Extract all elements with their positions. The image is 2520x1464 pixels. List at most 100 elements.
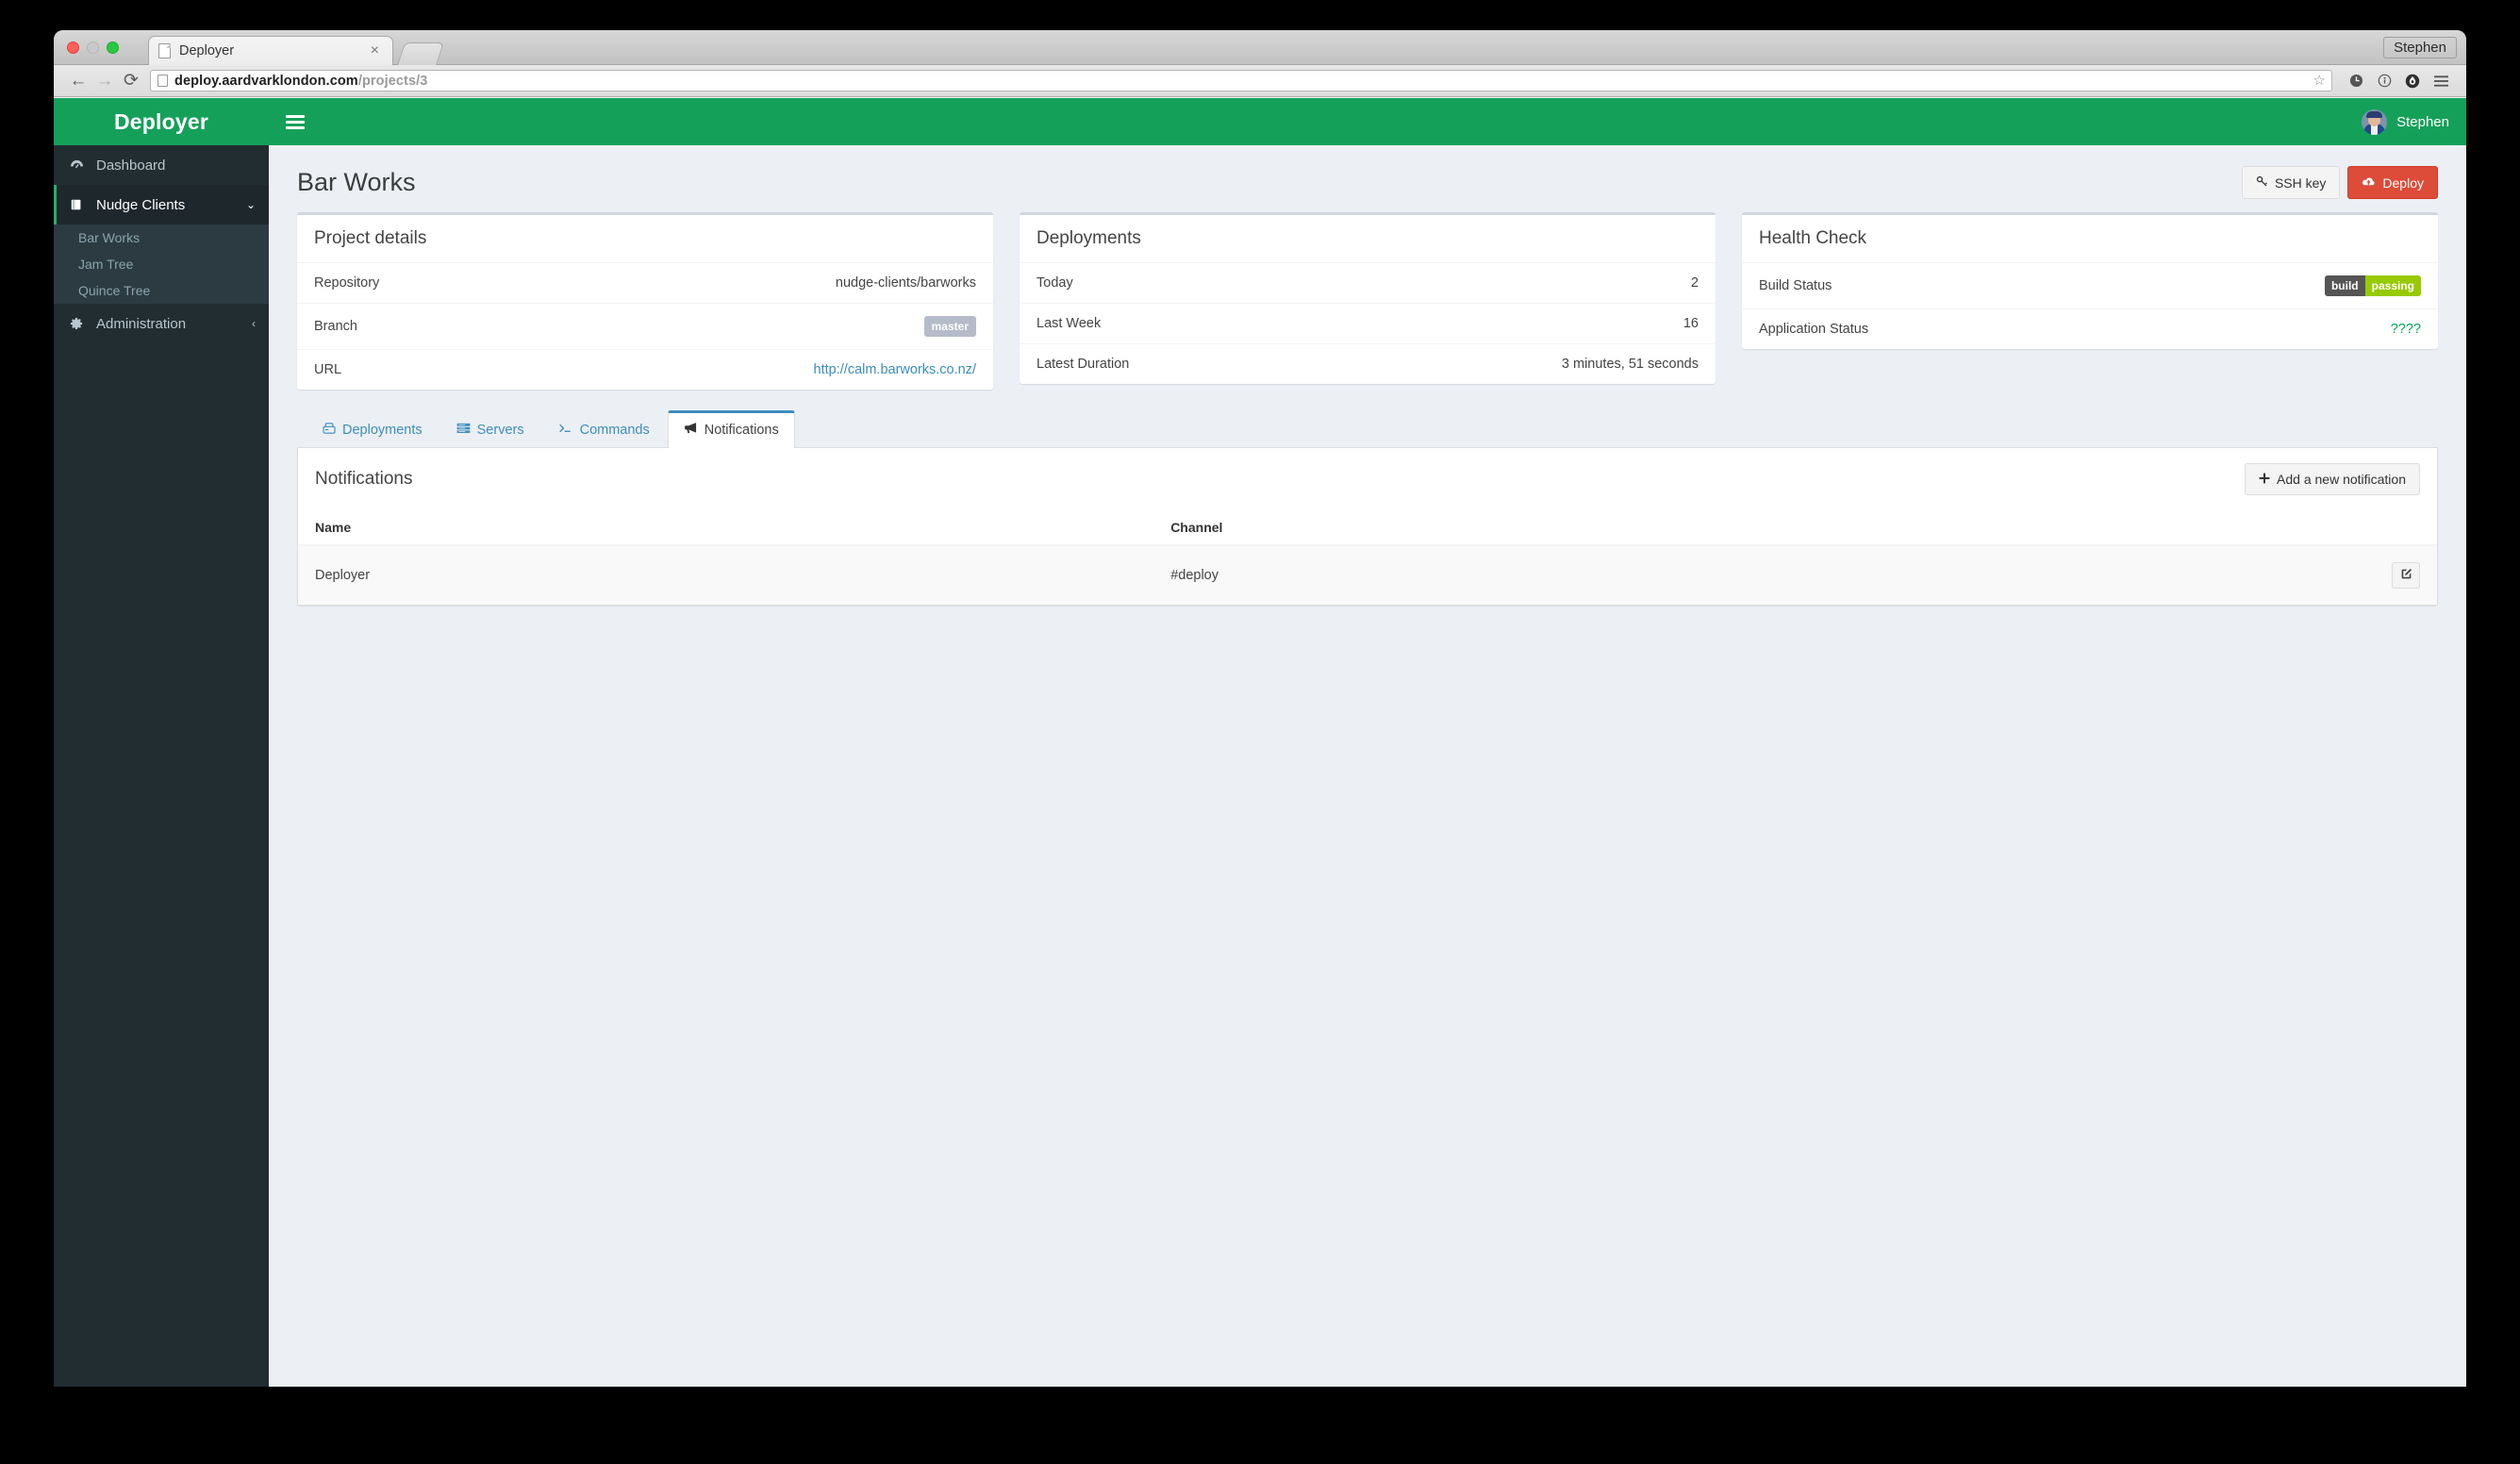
tab-label: Commands: [579, 422, 650, 438]
key-icon: [2256, 175, 2268, 190]
row-value: 16: [1683, 316, 1699, 331]
main-content: Stephen Bar Works SSH key Deploy Project…: [269, 98, 2466, 1387]
deployments-row-last-week: Last Week 16: [1020, 303, 1716, 343]
table-body: Deployer #deploy: [298, 544, 2437, 605]
os-user-menu[interactable]: Stephen: [2383, 37, 2457, 58]
browser-tab[interactable]: Deployer ×: [148, 36, 393, 65]
table-head: Name Channel: [298, 510, 2437, 546]
tab-notifications[interactable]: Notifications: [667, 410, 795, 448]
info-circle-icon[interactable]: [2370, 74, 2398, 88]
ssh-key-button-label: SSH key: [2274, 175, 2327, 191]
tab-panel-notifications: Notifications Add a new notification Nam…: [297, 448, 2438, 606]
chevron-down-icon: ⌄: [245, 198, 256, 211]
page-info-icon[interactable]: [158, 75, 168, 87]
avatar: [2362, 108, 2388, 135]
panel-header: Health Check: [1742, 215, 2438, 262]
sidebar-toggle-icon[interactable]: [286, 112, 305, 132]
sidebar-item-jam-tree[interactable]: Jam Tree: [54, 251, 269, 277]
row-value: http://calm.barworks.co.nz/: [814, 362, 976, 377]
sidebar-item-nudge-clients[interactable]: Nudge Clients ⌄: [54, 185, 269, 225]
deployments-column: Deployments Today 2 Last Week 16 Latest …: [1020, 212, 1716, 384]
minimize-window-button[interactable]: [87, 42, 99, 54]
info-panels-row: Project details Repository nudge-clients…: [269, 212, 2466, 390]
address-bar-url: deploy.aardvarklondon.com/projects/3: [174, 74, 427, 89]
chevron-left-icon: ‹: [252, 317, 256, 330]
deploy-button[interactable]: Deploy: [2347, 166, 2438, 199]
hamburger-menu-icon[interactable]: [2427, 75, 2455, 88]
build-badge-right: passing: [2364, 275, 2421, 296]
server-list-icon: [456, 423, 471, 438]
build-status-badge: build passing: [2324, 275, 2421, 296]
dashboard-icon: [70, 159, 96, 172]
deployments-panel: Deployments Today 2 Last Week 16 Latest …: [1020, 212, 1716, 384]
tab-servers[interactable]: Servers: [440, 410, 540, 448]
maximize-window-button[interactable]: [107, 42, 119, 54]
build-badge-left: build: [2324, 275, 2365, 296]
clock-icon[interactable]: [2342, 74, 2370, 88]
project-detail-row-branch: Branch master: [297, 303, 993, 349]
sidebar-item-dashboard[interactable]: Dashboard: [54, 145, 269, 185]
plus-icon: [2259, 473, 2270, 486]
reload-icon[interactable]: ⟳: [118, 72, 144, 90]
project-url-link[interactable]: http://calm.barworks.co.nz/: [814, 362, 976, 377]
health-check-column: Health Check Build Status build passing: [1742, 212, 2438, 349]
application-status-value: ????: [2390, 322, 2421, 337]
browser-window: Deployer × Stephen ← → ⟳ deploy.aardvark…: [54, 30, 2466, 1387]
health-row-build-status: Build Status build passing: [1742, 262, 2438, 308]
address-bar[interactable]: deploy.aardvarklondon.com/projects/3 ☆: [150, 70, 2332, 92]
row-label: Branch: [314, 319, 357, 334]
page-icon: [158, 43, 171, 58]
server-icon: [323, 422, 336, 438]
row-label: Build Status: [1759, 278, 1832, 293]
close-window-button[interactable]: [67, 42, 79, 54]
notifications-panel-title: Notifications: [315, 469, 413, 489]
notifications-table: Name Channel Deployer #deploy: [298, 510, 2437, 605]
flame-icon[interactable]: [2398, 74, 2427, 89]
project-details-panel: Project details Repository nudge-clients…: [297, 212, 993, 390]
bookmark-star-icon[interactable]: ☆: [2313, 74, 2326, 88]
row-value: 2: [1690, 275, 1699, 291]
new-tab-button[interactable]: [397, 42, 444, 65]
sidebar-item-administration[interactable]: Administration ‹: [54, 304, 269, 343]
header-actions: SSH key Deploy: [2241, 166, 2438, 199]
panel-header: Deployments: [1020, 215, 1716, 262]
browser-toolbar: ← → ⟳ deploy.aardvarklondon.com/projects…: [54, 65, 2466, 97]
cloud-upload-icon: [2362, 176, 2376, 190]
column-header-name: Name: [298, 510, 1154, 546]
url-path: /projects/3: [357, 73, 428, 89]
close-tab-icon[interactable]: ×: [367, 43, 383, 58]
tab-commands[interactable]: Commands: [542, 410, 666, 448]
row-label: Repository: [314, 275, 380, 291]
url-host: deploy.aardvarklondon.com: [174, 73, 358, 89]
health-check-panel: Health Check Build Status build passing: [1742, 212, 2438, 349]
add-notification-button[interactable]: Add a new notification: [2245, 463, 2420, 495]
sidebar-item-quince-tree[interactable]: Quince Tree: [54, 277, 269, 304]
row-value: master: [923, 316, 976, 337]
sidebar-item-bar-works[interactable]: Bar Works: [54, 225, 269, 251]
sidebar-item-label: Administration: [96, 315, 187, 332]
navbar-user-name: Stephen: [2396, 113, 2449, 130]
navbar-user-menu[interactable]: Stephen: [2362, 108, 2449, 135]
ssh-key-button[interactable]: SSH key: [2241, 166, 2341, 199]
row-value: 3 minutes, 51 seconds: [1561, 357, 1699, 372]
sidebar: Deployer Dashboard Nudge Clients ⌄ Bar W…: [54, 98, 269, 1387]
tab-bar: Deployments Servers Commands Notificatio…: [297, 410, 2438, 448]
tab-label: Notifications: [704, 422, 779, 438]
app-logo[interactable]: Deployer: [54, 98, 269, 145]
window-titlebar: Deployer × Stephen: [54, 30, 2466, 65]
health-row-application-status: Application Status ????: [1742, 308, 2438, 349]
column-header-channel: Channel: [1153, 510, 2116, 546]
panel-title: Project details: [314, 228, 427, 248]
notifications-panel-header: Notifications Add a new notification: [298, 448, 2437, 510]
book-icon: [70, 198, 96, 211]
forward-icon[interactable]: →: [91, 72, 118, 90]
row-value: build passing: [2324, 275, 2421, 296]
project-detail-row-url: URL http://calm.barworks.co.nz/: [297, 349, 993, 390]
back-icon[interactable]: ←: [65, 72, 91, 90]
row-label: Latest Duration: [1036, 357, 1130, 372]
add-notification-button-label: Add a new notification: [2277, 472, 2406, 487]
edit-notification-button[interactable]: [2392, 562, 2420, 589]
sidebar-submenu: Bar Works Jam Tree Quince Tree: [54, 225, 269, 304]
tab-deployments[interactable]: Deployments: [307, 410, 439, 448]
table-row: Deployer #deploy: [298, 544, 2437, 605]
